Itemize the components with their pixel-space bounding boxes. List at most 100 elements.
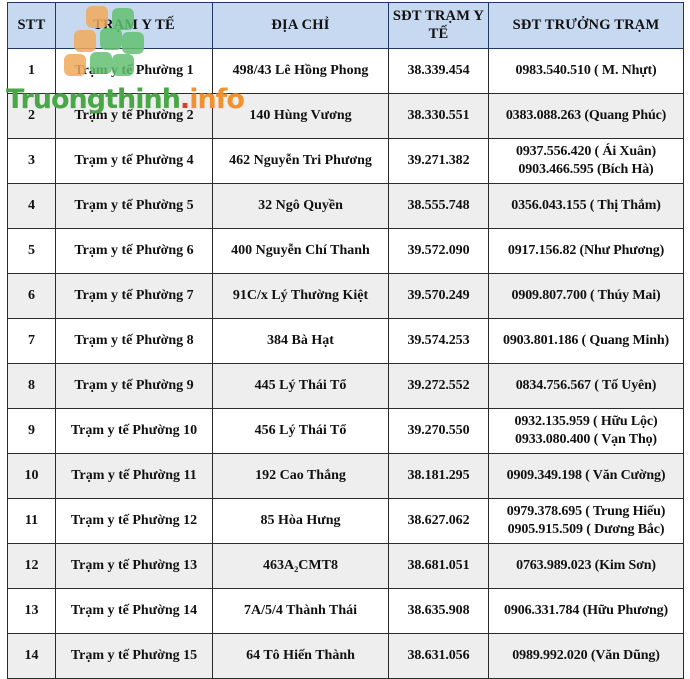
health-station-table-container: STT TRẠM Y TẾ ĐỊA CHỈ SĐT TRẠM Y TẾ SĐT …: [7, 2, 684, 679]
cell-station: Trạm y tế Phường 14: [55, 588, 213, 634]
cell-address: 192 Cao Thắng: [212, 453, 389, 499]
cell-address: 463A₂CMT8: [212, 543, 389, 589]
chief-phone-line: 0903.801.186 ( Quang Minh): [502, 332, 670, 348]
table-row: 11 Trạm y tế Phường 12 85 Hòa Hưng 38.627.0…: [7, 498, 684, 544]
cell-stt: 3: [7, 138, 56, 184]
cell-address: 140 Hùng Vương: [212, 93, 389, 139]
chief-phone-line: 0909.349.198 ( Văn Cường): [506, 467, 666, 483]
cell-station-phone: 39.570.249: [388, 273, 489, 319]
column-header-chief-phone: SĐT TRƯỞNG TRẠM: [488, 2, 684, 49]
cell-chief-phone: 0909.807.700 ( Thúy Mai): [488, 273, 684, 319]
table-row: 12 Trạm y tế Phường 13 463A₂CMT8 38.681.051…: [7, 543, 684, 589]
cell-station-phone: 38.330.551: [388, 93, 489, 139]
chief-phone-line: 0763.989.023 (Kim Sơn): [516, 557, 656, 573]
cell-station: Trạm y tế Phường 2: [55, 93, 213, 139]
chief-phone-line: 0356.043.155 ( Thị Thắm): [511, 197, 661, 213]
table-row: 1 Trạm y tế Phường 1 498/43 Lê Hồng Phong 3…: [7, 48, 684, 94]
table-row: 4 Trạm y tế Phường 5 32 Ngô Quyền 38.555.74…: [7, 183, 684, 229]
cell-chief-phone: 0937.556.420 ( Ái Xuân) 0903.466.595 (Bíc…: [488, 138, 684, 184]
table-row: 2 Trạm y tế Phường 2 140 Hùng Vương 38.330.…: [7, 93, 684, 139]
cell-station: Trạm y tế Phường 1: [55, 48, 213, 94]
cell-chief-phone: 0903.801.186 ( Quang Minh): [488, 318, 684, 364]
cell-station: Trạm y tế Phường 5: [55, 183, 213, 229]
cell-chief-phone: 0917.156.82 (Như Phương): [488, 228, 684, 274]
cell-address: 91C/x Lý Thường Kiệt: [212, 273, 389, 319]
chief-phone-line: 0909.807.700 ( Thúy Mai): [511, 287, 661, 303]
cell-station-phone: 39.572.090: [388, 228, 489, 274]
chief-phone-line: 0932.135.959 ( Hữu Lộc): [514, 413, 658, 429]
cell-address: 384 Bà Hạt: [212, 318, 389, 364]
table-row: 10 Trạm y tế Phường 11 192 Cao Thắng 38.181…: [7, 453, 684, 499]
cell-station-phone: 38.339.454: [388, 48, 489, 94]
cell-stt: 2: [7, 93, 56, 139]
table-row: 14 Trạm y tế Phường 15 64 Tô Hiến Thành 38.…: [7, 633, 684, 679]
cell-stt: 14: [7, 633, 56, 679]
cell-address: 64 Tô Hiến Thành: [212, 633, 389, 679]
cell-stt: 5: [7, 228, 56, 274]
table-body: 1 Trạm y tế Phường 1 498/43 Lê Hồng Phong 3…: [7, 48, 684, 679]
cell-address: 400 Nguyễn Chí Thanh: [212, 228, 389, 274]
chief-phone-line: 0937.556.420 ( Ái Xuân): [515, 143, 657, 159]
cell-station-phone: 38.555.748: [388, 183, 489, 229]
column-header-station: TRẠM Y TẾ: [55, 2, 213, 49]
cell-stt: 1: [7, 48, 56, 94]
table-header: STT TRẠM Y TẾ ĐỊA CHỈ SĐT TRẠM Y TẾ SĐT …: [7, 2, 684, 49]
table-header-row: STT TRẠM Y TẾ ĐỊA CHỈ SĐT TRẠM Y TẾ SĐT …: [7, 2, 684, 49]
table-row: 13 Trạm y tế Phường 14 7A/5/4 Thành Thái 38…: [7, 588, 684, 634]
cell-stt: 11: [7, 498, 56, 544]
cell-station: Trạm y tế Phường 15: [55, 633, 213, 679]
cell-address: 7A/5/4 Thành Thái: [212, 588, 389, 634]
cell-stt: 7: [7, 318, 56, 364]
chief-phone-line: 0989.992.020 (Văn Dũng): [512, 647, 660, 663]
cell-address: 445 Lý Thái Tổ: [212, 363, 389, 409]
cell-address: 462 Nguyễn Tri Phương: [212, 138, 389, 184]
cell-chief-phone: 0932.135.959 ( Hữu Lộc) 0933.080.400 ( Vạ…: [488, 408, 684, 454]
cell-stt: 8: [7, 363, 56, 409]
cell-stt: 13: [7, 588, 56, 634]
cell-address: 85 Hòa Hưng: [212, 498, 389, 544]
cell-station-phone: 39.270.550: [388, 408, 489, 454]
cell-chief-phone: 0906.331.784 (Hữu Phương): [488, 588, 684, 634]
cell-station: Trạm y tế Phường 9: [55, 363, 213, 409]
column-header-stt: STT: [7, 2, 56, 49]
table-row: 6 Trạm y tế Phường 7 91C/x Lý Thường Kiệt 3…: [7, 273, 684, 319]
table-row: 7 Trạm y tế Phường 8 384 Bà Hạt 39.574.253 0…: [7, 318, 684, 364]
chief-phone-line: 0903.466.595 (Bích Hà): [518, 161, 654, 177]
cell-stt: 4: [7, 183, 56, 229]
cell-chief-phone: 0983.540.510 ( M. Nhựt): [488, 48, 684, 94]
cell-station: Trạm y tế Phường 10: [55, 408, 213, 454]
cell-chief-phone: 0763.989.023 (Kim Sơn): [488, 543, 684, 589]
health-station-table: STT TRẠM Y TẾ ĐỊA CHỈ SĐT TRẠM Y TẾ SĐT …: [7, 2, 684, 679]
cell-chief-phone: 0356.043.155 ( Thị Thắm): [488, 183, 684, 229]
cell-station: Trạm y tế Phường 7: [55, 273, 213, 319]
chief-phone-line: 0979.378.695 ( Trung Hiếu): [506, 503, 666, 519]
cell-stt: 9: [7, 408, 56, 454]
cell-address: 456 Lý Thái Tổ: [212, 408, 389, 454]
cell-chief-phone: 0989.992.020 (Văn Dũng): [488, 633, 684, 679]
cell-address: 32 Ngô Quyền: [212, 183, 389, 229]
cell-station-phone: 38.181.295: [388, 453, 489, 499]
column-header-station-phone: SĐT TRẠM Y TẾ: [388, 2, 489, 49]
cell-chief-phone: 0383.088.263 (Quang Phúc): [488, 93, 684, 139]
chief-phone-line: 0905.915.509 ( Dương Bắc): [507, 521, 665, 537]
cell-station-phone: 39.272.552: [388, 363, 489, 409]
table-row: 8 Trạm y tế Phường 9 445 Lý Thái Tổ 39.272.…: [7, 363, 684, 409]
cell-stt: 6: [7, 273, 56, 319]
cell-chief-phone: 0979.378.695 ( Trung Hiếu) 0905.915.509 (…: [488, 498, 684, 544]
cell-station: Trạm y tế Phường 12: [55, 498, 213, 544]
chief-phone-line: 0834.756.567 ( Tố Uyên): [515, 377, 657, 393]
table-row: 5 Trạm y tế Phường 6 400 Nguyễn Chí Thanh 3…: [7, 228, 684, 274]
cell-address: 498/43 Lê Hồng Phong: [212, 48, 389, 94]
chief-phone-line: 0983.540.510 ( M. Nhựt): [515, 62, 657, 78]
cell-station: Trạm y tế Phường 13: [55, 543, 213, 589]
cell-chief-phone: 0909.349.198 ( Văn Cường): [488, 453, 684, 499]
table-row: 9 Trạm y tế Phường 10 456 Lý Thái Tổ 39.270…: [7, 408, 684, 454]
cell-station-phone: 39.574.253: [388, 318, 489, 364]
column-header-address: ĐỊA CHỈ: [212, 2, 389, 49]
cell-station-phone: 38.681.051: [388, 543, 489, 589]
cell-station-phone: 38.627.062: [388, 498, 489, 544]
cell-station: Trạm y tế Phường 4: [55, 138, 213, 184]
cell-stt: 10: [7, 453, 56, 499]
cell-stt: 12: [7, 543, 56, 589]
chief-phone-line: 0917.156.82 (Như Phương): [507, 242, 665, 258]
